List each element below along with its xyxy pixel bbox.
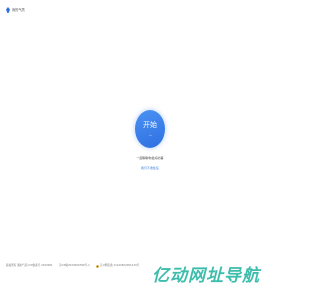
footer-copyright: 版权所有 我的气质 ICP备案号 2023001 [6, 264, 53, 267]
privacy-link[interactable]: 我们不收集任 [135, 166, 165, 170]
brand-name: 我的气质 [12, 8, 25, 12]
brand[interactable]: 我的气质 [6, 7, 25, 13]
footer-icp-link[interactable]: 京ICP备2023000789号-1 [59, 264, 90, 268]
start-button-label: 开始 [143, 121, 157, 129]
footer: 版权所有 我的气质 ICP备案号 2023001 京ICP备2023000789… [6, 264, 139, 268]
footer-police-record[interactable]: 京公网安备 11010502051234号 [95, 264, 140, 268]
tagline: 一起聊聊你最好的事 [136, 156, 164, 160]
brand-logo-icon [6, 7, 10, 13]
watermark-logo: 亿动网址导航 [152, 266, 260, 286]
footer-police-text: 京公网安备 11010502051234号 [99, 264, 140, 267]
police-badge-icon [95, 264, 99, 268]
arrow-right-icon: → [147, 131, 153, 138]
page: 我的气质 开始 → 一起聊聊你最好的事 我们不收集任 版权所有 我的气质 ICP… [0, 0, 300, 300]
start-button[interactable]: 开始 → [135, 110, 165, 148]
